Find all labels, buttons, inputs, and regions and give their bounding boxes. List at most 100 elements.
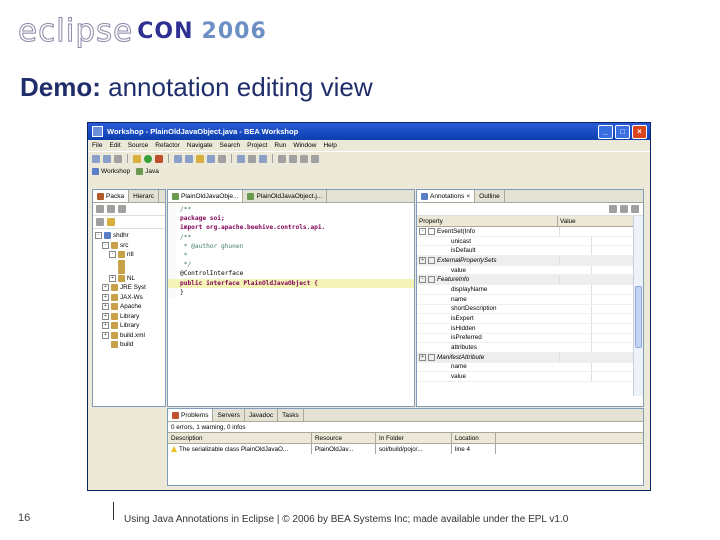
menu-navigate[interactable]: Navigate	[187, 142, 213, 149]
expand-toggle-icon[interactable]: +	[102, 331, 109, 339]
print-icon[interactable]	[114, 154, 122, 163]
tab-hierarchy[interactable]: Hierarc	[129, 190, 160, 202]
value-cell[interactable]	[559, 256, 643, 265]
debug-icon[interactable]	[133, 154, 141, 163]
table-row[interactable]: - EventSet(Info	[417, 227, 643, 237]
new-java-project-icon[interactable]	[174, 154, 182, 163]
expand-toggle-icon[interactable]: +	[102, 303, 109, 311]
table-row[interactable]: isDefault	[417, 246, 643, 257]
tree-item[interactable]: + Library	[95, 321, 165, 331]
collapse-all-icon[interactable]	[96, 218, 104, 226]
expand-toggle-icon[interactable]: -	[102, 241, 109, 249]
close-icon[interactable]: ×	[466, 193, 470, 200]
expand-toggle-icon[interactable]: -	[419, 227, 426, 235]
annotation-checkbox[interactable]	[428, 353, 435, 361]
expand-toggle-icon[interactable]: +	[419, 256, 426, 264]
tab-package-explorer[interactable]: Packa	[93, 190, 130, 202]
window-titlebar[interactable]: Workshop - PlainOldJavaObject.java - BEA…	[88, 123, 650, 140]
table-row[interactable]: - FeatureInfo	[417, 275, 643, 286]
table-row[interactable]: value	[417, 265, 643, 276]
open-type-icon[interactable]	[207, 154, 215, 163]
back-icon[interactable]	[96, 205, 104, 213]
column-description[interactable]: Description	[168, 433, 312, 443]
table-row[interactable]: unicast	[417, 236, 643, 247]
table-row[interactable]: isExpert	[417, 314, 643, 324]
tree-item[interactable]: - src	[95, 241, 165, 251]
last-edit-icon[interactable]	[248, 154, 256, 163]
table-row[interactable]: isPreferred	[417, 333, 643, 344]
tab-servers[interactable]: Servers	[213, 409, 245, 421]
expand-toggle-icon[interactable]: -	[419, 276, 426, 284]
table-row[interactable]: isHidden	[417, 323, 643, 334]
table-row[interactable]: value	[417, 372, 643, 382]
tree-item[interactable]	[95, 266, 165, 274]
tab-problems[interactable]: Problems	[168, 409, 214, 421]
scrollbar-thumb[interactable]	[635, 286, 642, 348]
new-package-icon[interactable]	[185, 154, 193, 163]
view-menu-icon[interactable]	[609, 205, 617, 213]
tab-tasks[interactable]: Tasks	[278, 409, 304, 421]
annotation-checkbox[interactable]	[428, 227, 435, 235]
value-cell[interactable]	[559, 275, 643, 285]
menu-search[interactable]: Search	[220, 142, 241, 149]
menu-refactor[interactable]: Refactor	[155, 142, 180, 149]
tree-item[interactable]: + NL	[95, 274, 165, 284]
menu-help[interactable]: Help	[323, 142, 336, 149]
minimize-view-icon[interactable]	[620, 205, 628, 213]
toggle-mark-icon[interactable]	[237, 154, 245, 163]
minimize-button[interactable]: _	[598, 124, 613, 139]
tree-item[interactable]: + JRE Syst	[95, 283, 165, 293]
table-row[interactable]: + ExternalPropertySets	[417, 256, 643, 266]
save-icon[interactable]	[103, 154, 111, 163]
tab-editor-pojo[interactable]: PlainOldJavaObje...	[168, 190, 244, 202]
expand-toggle-icon[interactable]: +	[102, 293, 109, 301]
expand-toggle-icon[interactable]: +	[419, 353, 426, 361]
forward-icon[interactable]	[311, 154, 319, 163]
column-folder[interactable]: In Folder	[376, 433, 452, 443]
menu-file[interactable]: File	[92, 142, 102, 149]
new-icon[interactable]	[92, 154, 100, 163]
table-row[interactable]: The serializable class PlainOldJavaO... …	[168, 444, 643, 454]
table-row[interactable]: + ManifestAttribute	[417, 352, 643, 363]
external-tools-icon[interactable]	[155, 154, 163, 163]
column-resource[interactable]: Resource	[312, 433, 376, 443]
tree-item[interactable]	[95, 259, 165, 267]
up-icon[interactable]	[118, 205, 126, 213]
table-row[interactable]: name	[417, 294, 643, 305]
menu-window[interactable]: Window	[293, 142, 316, 149]
expand-toggle-icon[interactable]: -	[95, 232, 102, 240]
table-row[interactable]: shortDescription	[417, 304, 643, 315]
tree-item[interactable]: + build.xml	[95, 331, 165, 341]
value-cell[interactable]	[559, 227, 643, 236]
table-row[interactable]: displayName	[417, 285, 643, 295]
menu-project[interactable]: Project	[247, 142, 267, 149]
menu-run[interactable]: Run	[274, 142, 286, 149]
run-icon[interactable]	[144, 154, 152, 163]
tree-item[interactable]: build	[95, 340, 165, 350]
column-value[interactable]: Value	[558, 216, 643, 226]
tree-item[interactable]: + Library	[95, 312, 165, 322]
tree-item[interactable]: - shdhr	[95, 231, 165, 241]
forward-icon[interactable]	[107, 205, 115, 213]
table-row[interactable]: attributes	[417, 343, 643, 353]
back-icon[interactable]	[300, 154, 308, 163]
previous-annotation-icon[interactable]	[289, 154, 297, 163]
code-editor[interactable]: /** package soi; import org.apache.beehive…	[168, 203, 414, 298]
new-class-icon[interactable]	[196, 154, 204, 163]
expand-toggle-icon[interactable]: +	[102, 322, 109, 330]
perspective-workshop[interactable]: Workshop	[92, 167, 130, 175]
menu-edit[interactable]: Edit	[109, 142, 120, 149]
expand-toggle-icon[interactable]: +	[102, 312, 109, 320]
annotation-checkbox[interactable]	[428, 276, 435, 284]
expand-toggle-icon[interactable]: +	[109, 274, 116, 282]
perspective-java[interactable]: Java	[136, 167, 159, 175]
annotations-scrollbar[interactable]	[633, 216, 643, 396]
maximize-view-icon[interactable]	[631, 205, 639, 213]
expand-toggle-icon[interactable]: +	[102, 284, 109, 292]
link-editor-icon[interactable]	[107, 218, 115, 226]
globe-icon[interactable]	[259, 154, 267, 163]
maximize-button[interactable]: □	[615, 124, 630, 139]
tree-item[interactable]: - ntl	[95, 250, 165, 260]
value-cell[interactable]	[559, 352, 643, 362]
tab-javadoc[interactable]: Javadoc	[245, 409, 279, 421]
